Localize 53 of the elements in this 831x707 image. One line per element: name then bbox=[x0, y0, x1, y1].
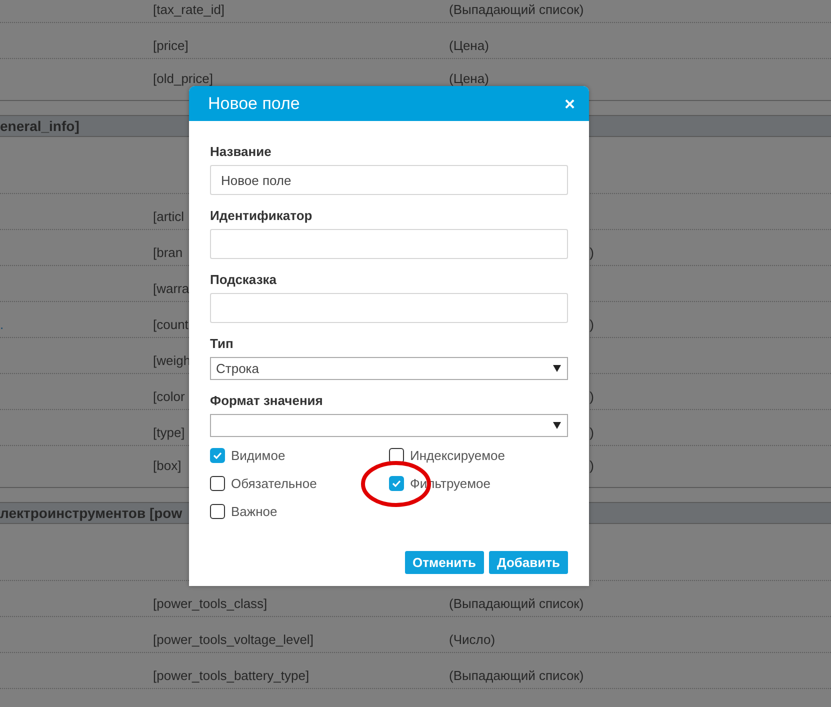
field-type: (Цена) bbox=[449, 71, 489, 86]
field-type: (Выпадающий список) bbox=[449, 596, 584, 611]
checkbox-label: Важное bbox=[231, 503, 278, 521]
field-type: ) bbox=[590, 425, 594, 440]
field-key: [old_price] bbox=[153, 71, 213, 86]
check-icon bbox=[392, 480, 401, 487]
field-type: (Число) bbox=[449, 632, 496, 647]
check-icon bbox=[213, 452, 222, 459]
checkbox[interactable] bbox=[389, 476, 404, 491]
field-type: ) bbox=[590, 317, 594, 332]
field-label: Подсказка bbox=[210, 272, 278, 288]
select-field[interactable] bbox=[210, 414, 568, 437]
field-type: ) bbox=[590, 245, 594, 260]
field-type: ) bbox=[590, 389, 594, 404]
text-field[interactable] bbox=[210, 293, 568, 323]
caret-icon bbox=[553, 365, 561, 372]
field-key: [weigh bbox=[153, 353, 191, 368]
checkbox-label: Индексируемое bbox=[410, 447, 505, 465]
field-label: Тип bbox=[210, 336, 234, 352]
close-button[interactable]: × bbox=[564, 94, 575, 112]
field-key: [count bbox=[153, 317, 188, 332]
field-key: [power_tools_battery_type] bbox=[153, 668, 310, 683]
field-key: [box] bbox=[153, 458, 182, 473]
select-field[interactable]: Строка bbox=[210, 357, 568, 380]
field-key: [power_tools_voltage_level] bbox=[153, 632, 314, 647]
field-type: (Выпадающий список) bbox=[449, 2, 584, 17]
checkbox-label: Обязательное bbox=[231, 475, 317, 493]
field-key: [type] bbox=[153, 425, 185, 440]
field-key: [warra bbox=[153, 281, 190, 296]
caret-icon bbox=[553, 422, 561, 429]
field-type: ) bbox=[590, 458, 594, 473]
field-type: (Выпадающий список) bbox=[449, 668, 584, 683]
field-key: [articl bbox=[153, 209, 184, 224]
text-field[interactable]: Новое поле bbox=[210, 165, 568, 195]
checkbox[interactable] bbox=[210, 504, 225, 519]
field-label: Формат значения bbox=[210, 393, 324, 409]
field-key: [tax_rate_id] bbox=[153, 2, 225, 17]
field-key: [color bbox=[153, 389, 185, 404]
checkbox[interactable] bbox=[210, 476, 225, 491]
field-type: (Цена) bbox=[449, 38, 489, 53]
checkbox[interactable] bbox=[389, 448, 404, 463]
dialog-button[interactable]: Добавить bbox=[489, 551, 568, 574]
checkbox-label: Видимое bbox=[231, 447, 286, 465]
field-name: . bbox=[0, 317, 4, 332]
dialog-button[interactable]: Отменить bbox=[404, 551, 484, 574]
text-field[interactable] bbox=[210, 229, 568, 259]
checkbox[interactable] bbox=[210, 448, 225, 463]
field-key: [price] bbox=[153, 38, 188, 53]
field-key: [power_tools_class] bbox=[153, 596, 268, 611]
field-label: Идентификатор bbox=[210, 208, 314, 224]
dialog-title: Новое поле bbox=[208, 94, 300, 114]
field-label: Название bbox=[210, 144, 272, 160]
field-key: [bran bbox=[153, 245, 183, 260]
